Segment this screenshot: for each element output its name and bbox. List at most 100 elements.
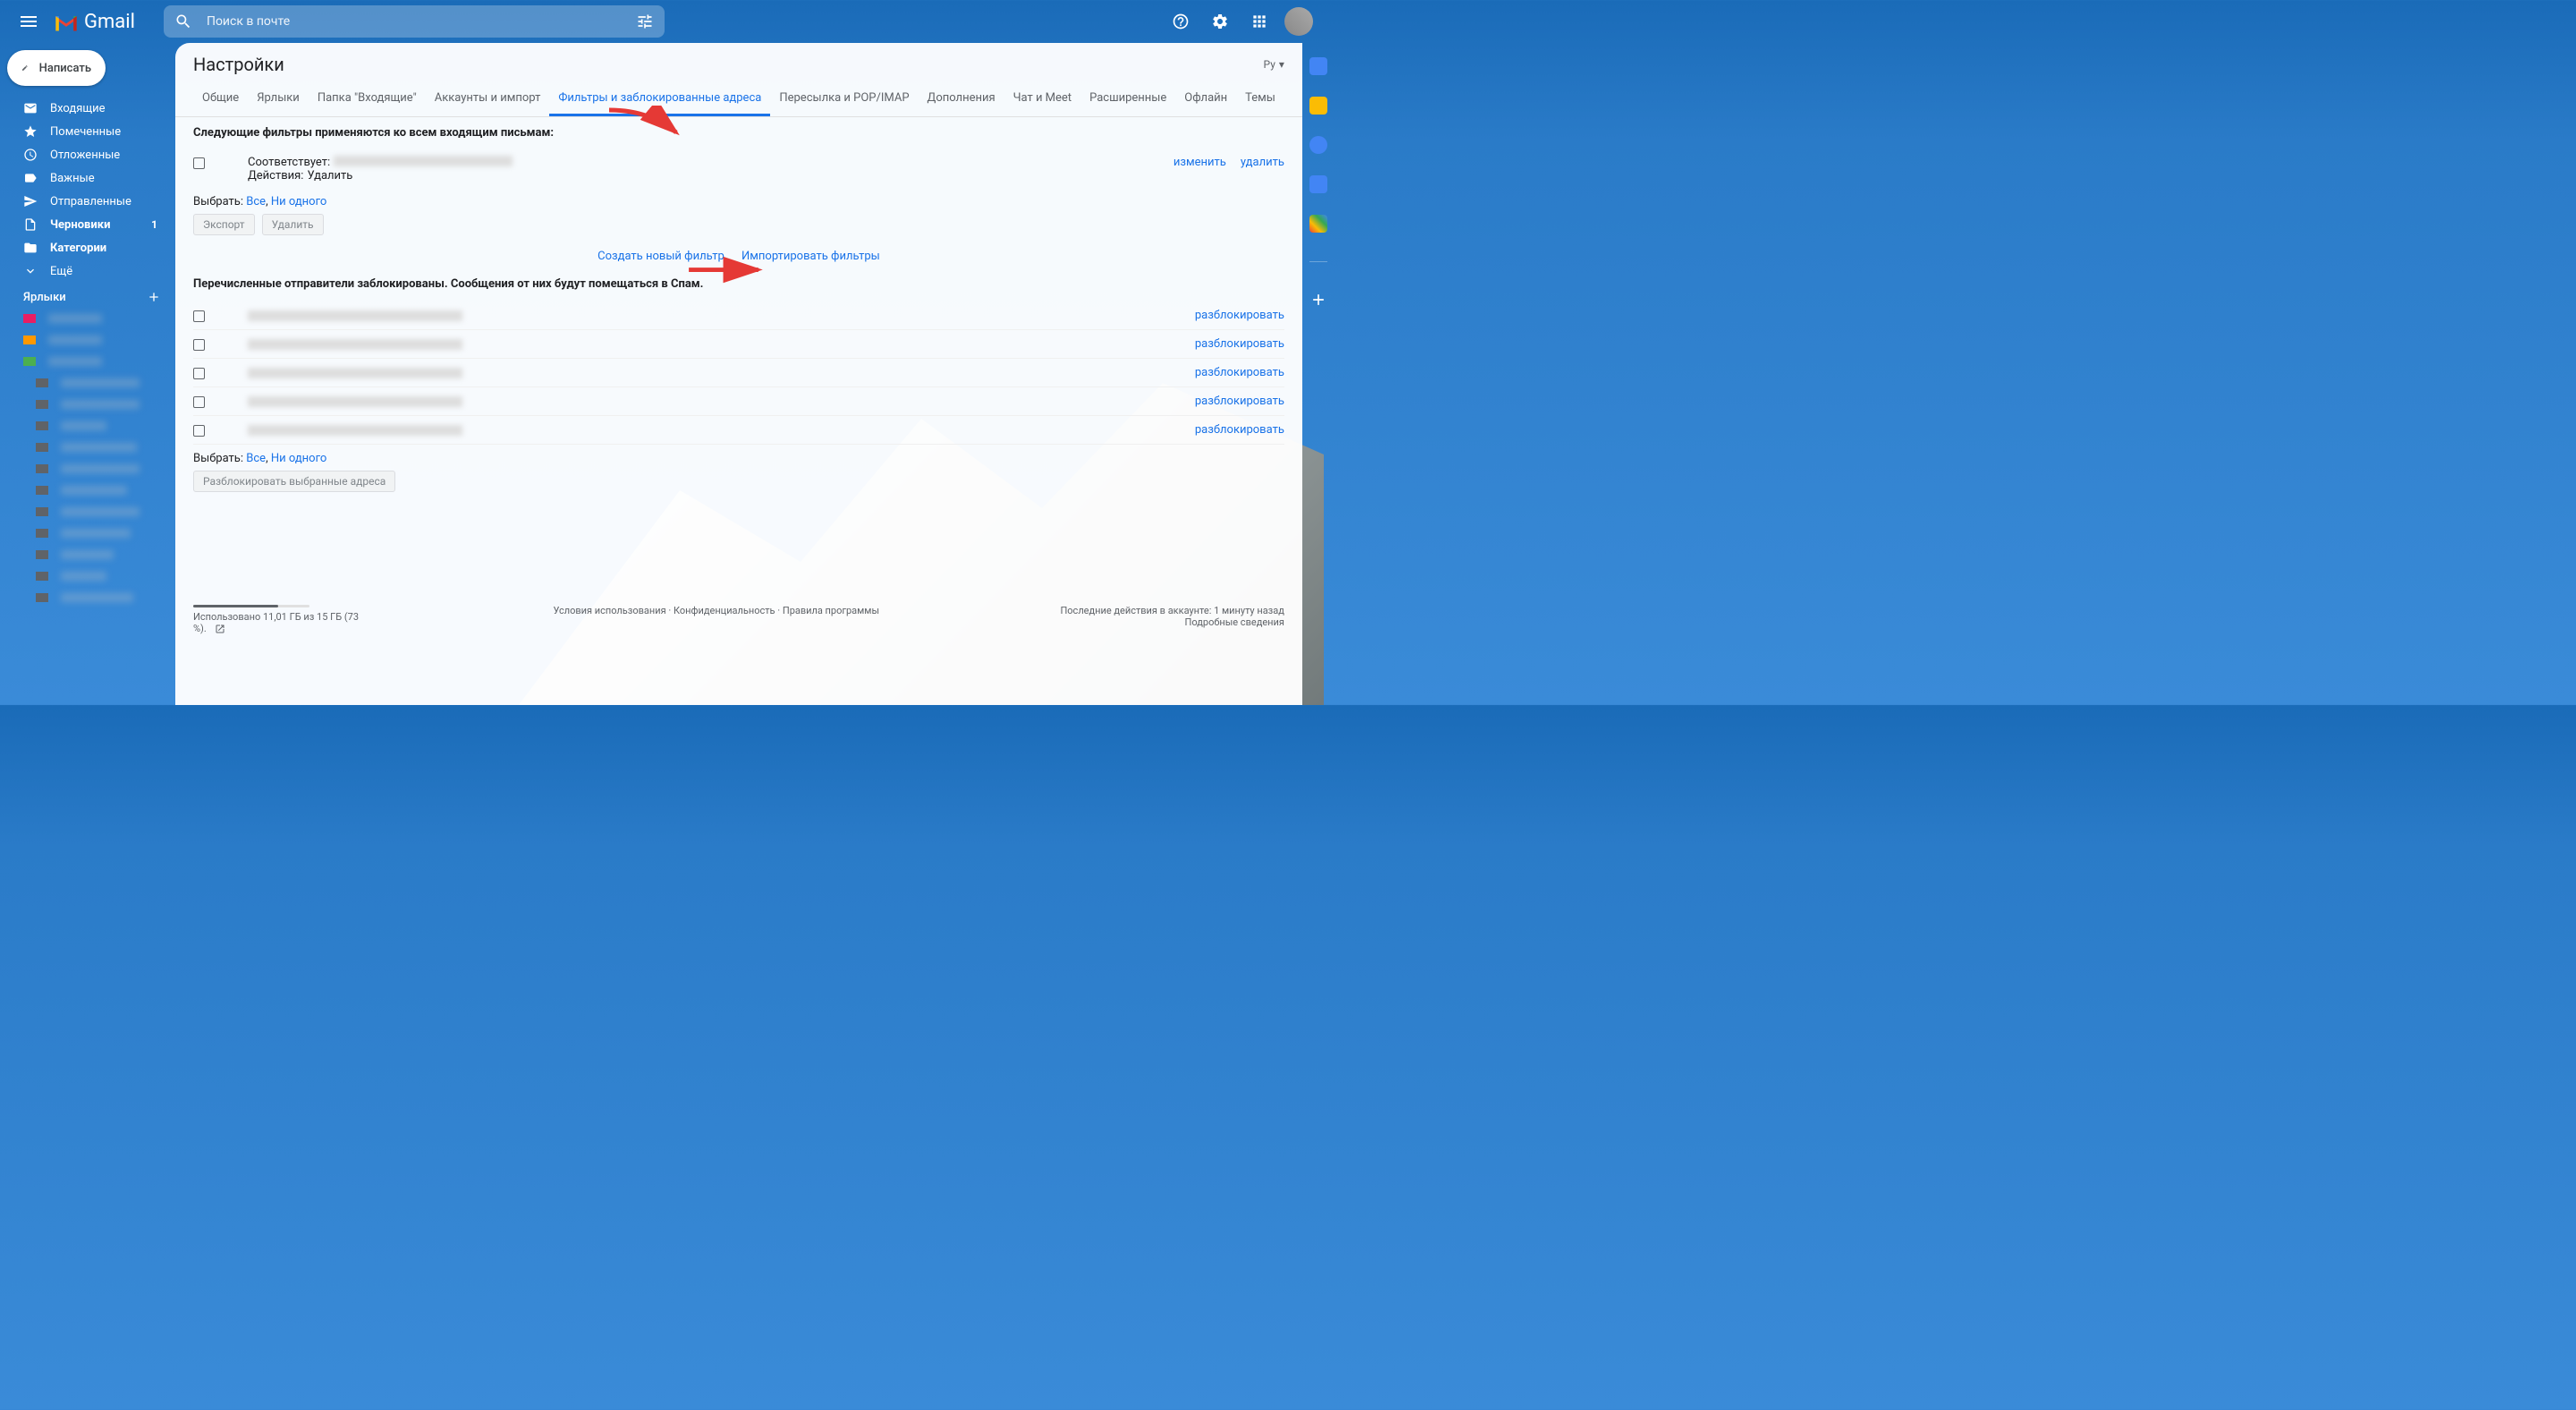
- search-bar[interactable]: [164, 5, 665, 38]
- tasks-app-icon[interactable]: [1309, 136, 1327, 154]
- label-item-sub[interactable]: [0, 522, 175, 544]
- unblock-link[interactable]: разблокировать: [1195, 366, 1284, 379]
- terms-link[interactable]: Условия использования: [553, 605, 665, 616]
- nav-item-0[interactable]: Входящие: [0, 97, 168, 120]
- open-external-icon[interactable]: [215, 624, 225, 634]
- footer: Использовано 11,01 ГБ из 15 ГБ (73 %). У…: [175, 590, 1302, 649]
- tab-2[interactable]: Папка "Входящие": [309, 82, 426, 116]
- label-item[interactable]: [0, 351, 175, 372]
- logo-text: Gmail: [84, 11, 135, 33]
- settings-button[interactable]: [1202, 4, 1238, 39]
- nav-item-1[interactable]: Помеченные: [0, 120, 168, 143]
- select-all-blocked-link[interactable]: Все: [246, 452, 266, 465]
- privacy-link[interactable]: Конфиденциальность: [674, 605, 775, 616]
- filter-checkbox[interactable]: [193, 157, 205, 169]
- nav-item-3[interactable]: Важные: [0, 166, 168, 190]
- label-color-icon: [23, 336, 36, 344]
- nav-item-4[interactable]: Отправленные: [0, 190, 168, 213]
- label-item-sub[interactable]: [0, 458, 175, 480]
- blocked-checkbox[interactable]: [193, 339, 205, 351]
- nav-icon: [23, 264, 38, 278]
- tab-6[interactable]: Дополнения: [919, 82, 1004, 116]
- unblock-link[interactable]: разблокировать: [1195, 337, 1284, 351]
- label-item[interactable]: [0, 308, 175, 329]
- unblock-link[interactable]: разблокировать: [1195, 395, 1284, 408]
- delete-selected-button[interactable]: Удалить: [262, 214, 324, 235]
- tab-9[interactable]: Офлайн: [1175, 82, 1236, 116]
- tab-7[interactable]: Чат и Meet: [1004, 82, 1080, 116]
- tab-0[interactable]: Общие: [193, 82, 248, 116]
- page-title: Настройки: [193, 54, 284, 75]
- gmail-logo[interactable]: Gmail: [54, 11, 135, 33]
- nav-icon: [23, 148, 38, 162]
- label-item-sub[interactable]: [0, 415, 175, 437]
- search-icon: [174, 13, 192, 30]
- label-name-redacted: [61, 507, 140, 516]
- help-button[interactable]: [1163, 4, 1199, 39]
- label-item-sub[interactable]: [0, 372, 175, 394]
- edit-filter-link[interactable]: изменить: [1174, 156, 1226, 169]
- label-item-sub[interactable]: [0, 437, 175, 458]
- nav-item-2[interactable]: Отложенные: [0, 143, 168, 166]
- select-all-link[interactable]: Все: [246, 195, 266, 208]
- blocked-checkbox[interactable]: [193, 425, 205, 437]
- label-item-sub[interactable]: [0, 565, 175, 587]
- label-item-sub[interactable]: [0, 394, 175, 415]
- topbar-right: [1163, 4, 1313, 39]
- contacts-app-icon[interactable]: [1309, 175, 1327, 193]
- program-link[interactable]: Правила программы: [783, 605, 879, 616]
- calendar-app-icon[interactable]: [1309, 57, 1327, 75]
- main-menu-button[interactable]: [11, 4, 47, 39]
- export-button[interactable]: Экспорт: [193, 214, 255, 235]
- tab-1[interactable]: Ярлыки: [248, 82, 309, 116]
- label-item-sub[interactable]: [0, 480, 175, 501]
- nav-icon: [23, 241, 38, 255]
- keep-app-icon[interactable]: [1309, 97, 1327, 115]
- unblock-link[interactable]: разблокировать: [1195, 309, 1284, 322]
- apps-button[interactable]: [1241, 4, 1277, 39]
- tab-10[interactable]: Темы: [1236, 82, 1284, 116]
- add-label-icon[interactable]: [147, 290, 161, 304]
- label-color-icon: [23, 314, 36, 323]
- label-icon: [36, 550, 48, 559]
- blocked-row: разблокировать: [193, 359, 1284, 387]
- nav-item-5[interactable]: Черновики1: [0, 213, 168, 236]
- blocked-checkbox[interactable]: [193, 310, 205, 322]
- add-addon-icon[interactable]: [1309, 291, 1327, 309]
- blocked-checkbox[interactable]: [193, 368, 205, 379]
- tab-5[interactable]: Пересылка и POP/IMAP: [770, 82, 918, 116]
- unblock-link[interactable]: разблокировать: [1195, 423, 1284, 437]
- nav-item-6[interactable]: Категории: [0, 236, 168, 259]
- search-input[interactable]: [207, 14, 636, 29]
- annotation-arrow-1: [605, 106, 685, 145]
- tab-8[interactable]: Расширенные: [1080, 82, 1175, 116]
- label-item-sub[interactable]: [0, 544, 175, 565]
- label-item-sub[interactable]: [0, 587, 175, 608]
- label-icon: [36, 529, 48, 538]
- blocked-checkbox[interactable]: [193, 396, 205, 408]
- tab-3[interactable]: Аккаунты и импорт: [426, 82, 550, 116]
- language-selector[interactable]: Ру ▾: [1264, 58, 1284, 71]
- blocked-address-redacted: [248, 339, 462, 350]
- select-none-blocked-link[interactable]: Ни одного: [271, 452, 326, 465]
- addon-app-icon[interactable]: [1309, 215, 1327, 233]
- compose-button[interactable]: Написать: [7, 50, 106, 86]
- labels-header: Ярлыки: [0, 283, 175, 308]
- activity-text: Последние действия в аккаунте: 1 минуту …: [1060, 605, 1284, 616]
- account-avatar[interactable]: [1284, 7, 1313, 36]
- label-icon: [36, 378, 48, 387]
- filter-action-value: Удалить: [307, 169, 352, 183]
- filters-heading: Следующие фильтры применяются ко всем вх…: [193, 126, 1284, 140]
- rail-divider: [1309, 261, 1327, 262]
- filter-matches-label: Соответствует:: [248, 156, 330, 169]
- label-item-sub[interactable]: [0, 501, 175, 522]
- label-item[interactable]: [0, 329, 175, 351]
- label-icon: [36, 400, 48, 409]
- search-options-icon[interactable]: [636, 13, 654, 30]
- unblock-selected-button[interactable]: Разблокировать выбранные адреса: [193, 471, 395, 492]
- select-none-link[interactable]: Ни одного: [271, 195, 326, 208]
- delete-filter-link[interactable]: удалить: [1241, 156, 1284, 169]
- nav-item-7[interactable]: Ещё: [0, 259, 168, 283]
- activity-details-link[interactable]: Подробные сведения: [1185, 616, 1284, 628]
- label-name-redacted: [61, 486, 127, 495]
